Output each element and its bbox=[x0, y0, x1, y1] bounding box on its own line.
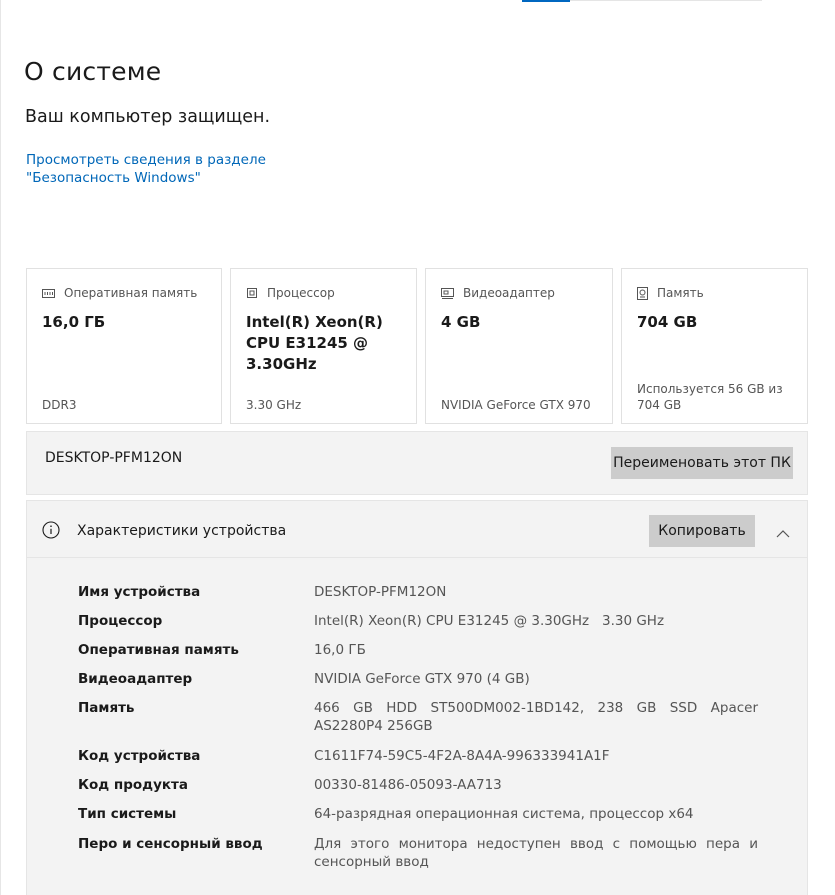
rename-pc-button[interactable]: Переименовать этот ПК bbox=[611, 447, 793, 479]
card-value: 16,0 ГБ bbox=[42, 313, 106, 331]
card-storage: Память 704 GB Используется 56 GB из 704 … bbox=[621, 268, 808, 424]
spec-value: NVIDIA GeForce GTX 970 (4 GB) bbox=[314, 671, 530, 687]
protection-status: Ваш компьютер защищен. bbox=[25, 107, 271, 127]
spec-value: DESKTOP-PFM12ON bbox=[314, 584, 447, 600]
spec-label: Тип системы bbox=[78, 806, 177, 822]
card-value: 704 GB bbox=[637, 313, 698, 331]
storage-icon bbox=[637, 286, 648, 300]
card-footnote: Используется 56 GB из 704 GB bbox=[637, 382, 783, 412]
chevron-up-icon[interactable] bbox=[776, 523, 790, 542]
spec-label: Код устройства bbox=[78, 748, 201, 764]
spec-value: 00330-81486-05093-AA713 bbox=[314, 777, 502, 793]
top-scroll-indicator bbox=[522, 0, 762, 2]
card-ram: Оперативная память 16,0 ГБ DDR3 bbox=[26, 268, 222, 424]
card-label: Процессор bbox=[267, 286, 335, 300]
card-label: Оперативная память bbox=[64, 286, 198, 300]
spec-cards: Оперативная память 16,0 ГБ DDR3 Процессо… bbox=[26, 268, 808, 424]
device-name-panel: DESKTOP-PFM12ON Переименовать этот ПК bbox=[26, 431, 808, 495]
card-footnote: DDR3 bbox=[42, 398, 77, 412]
spec-label: Перо и сенсорный ввод bbox=[78, 836, 263, 852]
card-gpu: Видеоадаптер 4 GB NVIDIA GeForce GTX 970 bbox=[425, 268, 613, 424]
spec-value: Для этого монитора недоступен ввод с пом… bbox=[314, 836, 758, 870]
about-system-page: О системе Ваш компьютер защищен. Просмот… bbox=[0, 0, 835, 895]
spec-value: Intel(R) Xeon(R) CPU E31245 @ 3.30GHz 3.… bbox=[314, 613, 665, 629]
cpu-icon bbox=[246, 287, 258, 299]
card-footnote: 3.30 GHz bbox=[246, 398, 302, 412]
device-specs-panel: Характеристики устройства Копировать Имя… bbox=[26, 500, 808, 895]
device-specs-header[interactable]: Характеристики устройства Копировать bbox=[27, 501, 807, 558]
card-value: Intel(R) Xeon(R) CPU E31245 @ 3.30GHz bbox=[246, 313, 383, 373]
spec-label: Память bbox=[78, 700, 135, 716]
spec-value: 64-разрядная операционная система, проце… bbox=[314, 806, 694, 822]
card-value: 4 GB bbox=[441, 313, 481, 331]
spec-label: Имя устройства bbox=[78, 584, 201, 600]
spec-value: 16,0 ГБ bbox=[314, 642, 366, 658]
info-icon bbox=[42, 521, 60, 543]
window-edge bbox=[0, 0, 1, 895]
card-label: Память bbox=[657, 286, 704, 300]
card-cpu: Процессор Intel(R) Xeon(R) CPU E31245 @ … bbox=[230, 268, 417, 424]
spec-value: C1611F74-59C5-4F2A-8A4A-996333941A1F bbox=[314, 748, 610, 764]
device-name: DESKTOP-PFM12ON bbox=[45, 450, 183, 466]
spec-label: Код продукта bbox=[78, 777, 188, 793]
ram-icon bbox=[42, 288, 55, 298]
spec-label: Оперативная память bbox=[78, 642, 239, 658]
top-scroll-indicator-active bbox=[522, 0, 570, 2]
copy-button[interactable]: Копировать bbox=[649, 515, 755, 547]
card-footnote: NVIDIA GeForce GTX 970 bbox=[441, 398, 591, 412]
page-title: О системе bbox=[24, 57, 162, 86]
spec-value: 466 GB HDD ST500DM002-1BD142, 238 GB SSD… bbox=[314, 700, 758, 734]
spec-label: Видеоадаптер bbox=[78, 671, 193, 687]
gpu-icon bbox=[441, 287, 454, 299]
spec-label: Процессор bbox=[78, 613, 163, 629]
device-specs-title: Характеристики устройства bbox=[77, 523, 287, 539]
windows-security-link[interactable]: Просмотреть сведения в разделе "Безопасн… bbox=[26, 151, 356, 187]
card-label: Видеоадаптер bbox=[463, 286, 555, 300]
